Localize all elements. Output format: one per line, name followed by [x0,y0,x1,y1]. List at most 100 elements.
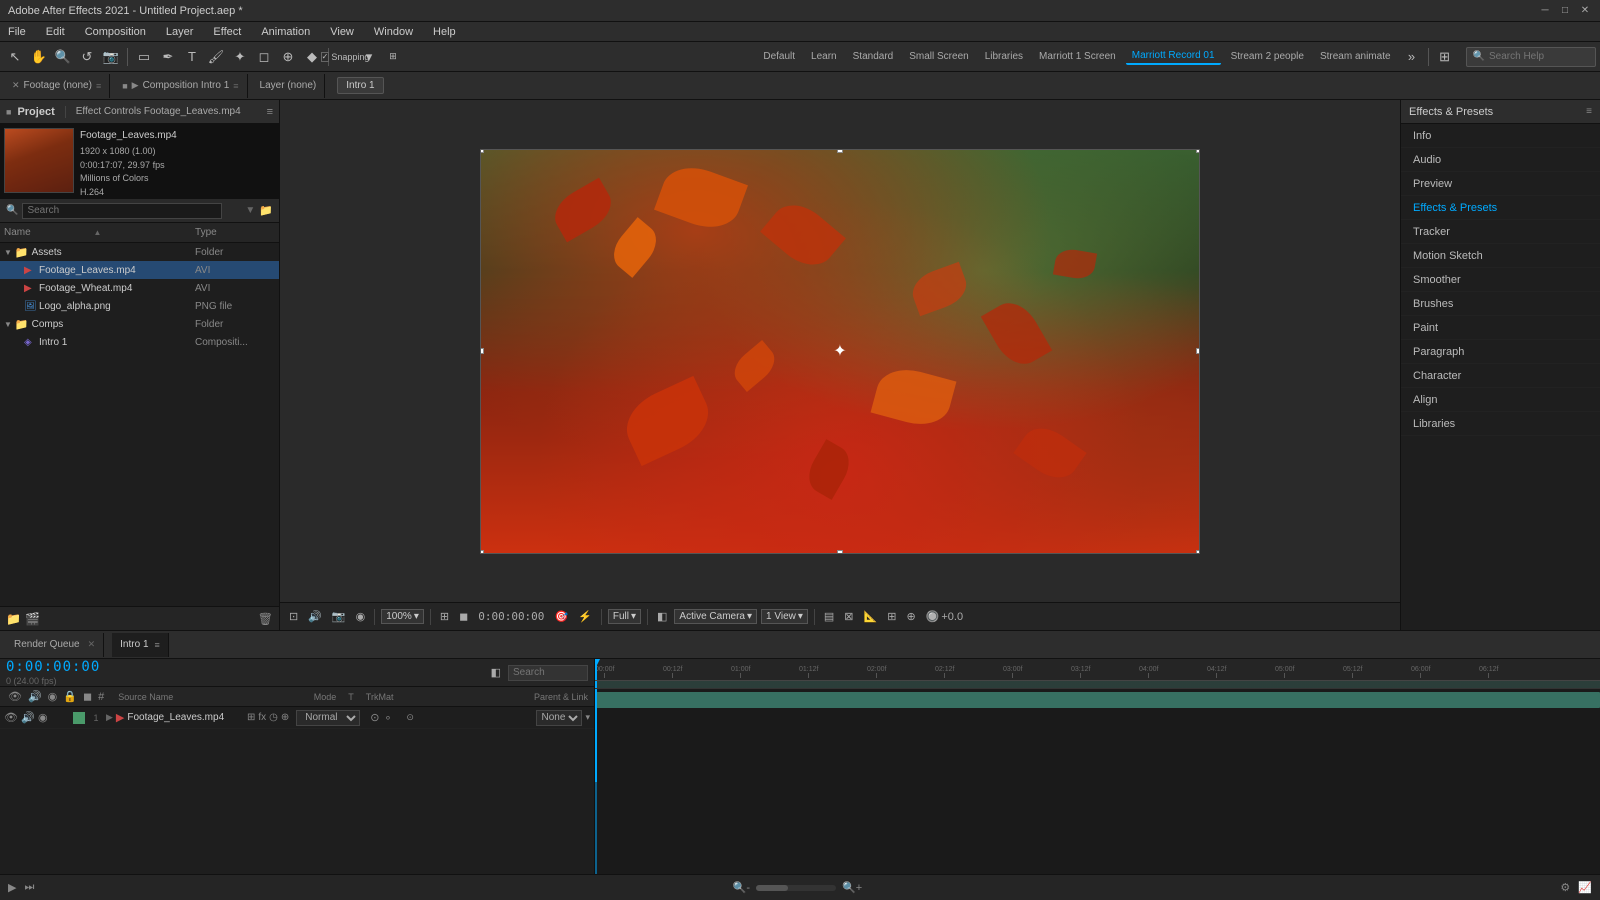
create-comp-btn[interactable]: 🎬 [25,612,40,626]
menu-layer[interactable]: Layer [162,26,198,38]
rect-tool[interactable]: ▭ [133,46,155,68]
maximize-button[interactable]: □ [1558,4,1572,18]
menu-composition[interactable]: Composition [81,26,150,38]
eraser-tool[interactable]: ◻ [253,46,275,68]
handle-ml[interactable] [480,348,484,354]
tree-intro1[interactable]: ◈ Intro 1 Compositi... [0,333,279,351]
menu-animation[interactable]: Animation [257,26,314,38]
tree-assets-folder[interactable]: ▼ 📁 Assets Folder [0,243,279,261]
effects-audio[interactable]: Audio [1401,148,1600,172]
tl-zoom-in[interactable]: 🔍+ [840,881,864,894]
handle-tl[interactable] [480,149,484,153]
show-snapshot-btn[interactable]: ◉ [353,610,369,623]
handle-tr[interactable] [1196,149,1200,153]
footage-close-icon[interactable]: ✕ [12,80,20,91]
footage-tab-expand[interactable]: ≡ [96,81,101,91]
tl-fx-icon[interactable]: fx [258,712,266,723]
selection-tool[interactable]: ↖ [4,46,26,68]
effects-paint[interactable]: Paint [1401,316,1600,340]
ws-stream2[interactable]: Stream 2 people [1225,49,1310,64]
comp-subtab[interactable]: Intro 1 [337,77,383,94]
views-dropdown[interactable]: 1 View ▾ [761,609,808,624]
pen-tool[interactable]: ✒ [157,46,179,68]
tl-layer-name[interactable]: Footage_Leaves.mp4 [127,712,244,723]
tl-current-time[interactable]: 0:00:00:00 [6,659,100,676]
effects-tracker[interactable]: Tracker [1401,220,1600,244]
always-preview-btn[interactable]: ⊡ [286,610,301,623]
handle-mr[interactable] [1196,348,1200,354]
tl-expand-btn[interactable]: ▶ [106,712,113,723]
3d-axis-btn[interactable]: ⊕ [903,610,918,623]
tl-parent-arrow[interactable]: ▾ [585,712,590,723]
audio-btn[interactable]: 🔊 [305,610,325,623]
effects-character[interactable]: Character [1401,364,1600,388]
tl-parent-select[interactable]: None [536,710,582,726]
extensions-icon[interactable]: ⊞ [1434,46,1456,68]
tl-solo-btn[interactable]: ◉ [38,711,52,724]
effects-preview[interactable]: Preview [1401,172,1600,196]
snapping-options[interactable]: ▾ [358,46,380,68]
camera-dropdown[interactable]: Active Camera ▾ [674,609,757,624]
grid-btn[interactable]: ⊞ [437,610,452,623]
text-tool[interactable]: T [181,46,203,68]
tl-mode-select[interactable]: Normal Multiply Screen [296,710,360,726]
ram-preview-btn[interactable]: 🎯 [551,610,571,623]
zoom-dropdown[interactable]: 100% ▾ [381,609,424,624]
layer-panel-tab[interactable]: Layer (none) [252,74,326,98]
tree-comps-folder[interactable]: ▼ 📁 Comps Folder [0,315,279,333]
project-search-input[interactable] [22,203,222,219]
snapshot-btn[interactable]: 📷 [329,610,349,623]
tl-zoom-slider[interactable] [756,885,836,891]
menu-window[interactable]: Window [370,26,417,38]
tl-zoom-out[interactable]: 🔍- [731,881,752,894]
handle-bc[interactable] [837,550,843,554]
menu-help[interactable]: Help [429,26,460,38]
menu-file[interactable]: File [4,26,30,38]
ws-smallscreen[interactable]: Small Screen [903,49,974,64]
tl-label-color[interactable] [73,712,85,724]
zoom-tool[interactable]: 🔍 [52,46,74,68]
tree-footage-leaves[interactable]: ▶ Footage_Leaves.mp4 AVI [0,261,279,279]
fast-preview-btn[interactable]: ⚡ [575,610,595,623]
close-button[interactable]: ✕ [1578,4,1592,18]
comp-layers-btn[interactable]: ◧ [654,610,670,623]
panel-more-icon[interactable]: ≡ [267,106,273,118]
create-folder-btn[interactable]: 📁 [6,612,21,626]
safe-zones-btn[interactable]: ⊞ [884,610,899,623]
delete-btn[interactable]: 🗑 [258,612,273,626]
tl-toggle-btn[interactable]: ◧ [488,666,504,679]
handle-br[interactable] [1196,550,1200,554]
effects-brushes[interactable]: Brushes [1401,292,1600,316]
handle-tc[interactable] [837,149,843,153]
ws-marriottrecord[interactable]: Marriott Record 01 [1126,48,1221,65]
puppet-tool[interactable]: ⊕ [277,46,299,68]
menu-effect[interactable]: Effect [209,26,245,38]
render-region-btn[interactable]: ▤ [821,610,837,623]
grid-toggle-btn[interactable]: ⊠ [841,610,856,623]
brush-tool[interactable]: 🖌 [205,46,227,68]
ws-marriott1[interactable]: Marriott 1 Screen [1033,49,1122,64]
ws-standard[interactable]: Standard [847,49,900,64]
tl-motion-blur-icon[interactable]: ◷ [269,712,278,723]
menu-edit[interactable]: Edit [42,26,69,38]
tree-footage-wheat[interactable]: ▶ Footage_Wheat.mp4 AVI [0,279,279,297]
snapping-checkbox[interactable]: ✓ Snapping [334,46,356,68]
rotate-tool[interactable]: ↺ [76,46,98,68]
guides-btn[interactable]: 📐 [861,610,881,623]
tl-search-input[interactable] [508,665,588,681]
tl-settings-btn[interactable]: ⚙ [1558,881,1572,894]
comp-panel-tab[interactable]: ■ ▶ Composition Intro 1 ≡ [114,74,247,98]
footage-panel-tab[interactable]: ✕ Footage (none) ≡ [4,74,110,98]
search-input[interactable] [1489,51,1589,62]
effects-info[interactable]: Info [1401,124,1600,148]
effects-libraries[interactable]: Libraries [1401,412,1600,436]
3d-grid[interactable]: ⊞ [382,46,404,68]
render-queue-tab[interactable]: Render Queue ✕ [6,633,104,657]
ws-default[interactable]: Default [757,49,801,64]
intro1-timeline-tab[interactable]: Intro 1 ≡ [112,633,169,657]
hand-tool[interactable]: ✋ [28,46,50,68]
ws-streamanimate[interactable]: Stream animate [1314,49,1397,64]
tl-adj-icon[interactable]: ⊕ [281,712,289,723]
tl-eye-btn[interactable]: 👁 [4,711,18,724]
tl-fx-toggle[interactable]: ∘ [384,711,391,724]
